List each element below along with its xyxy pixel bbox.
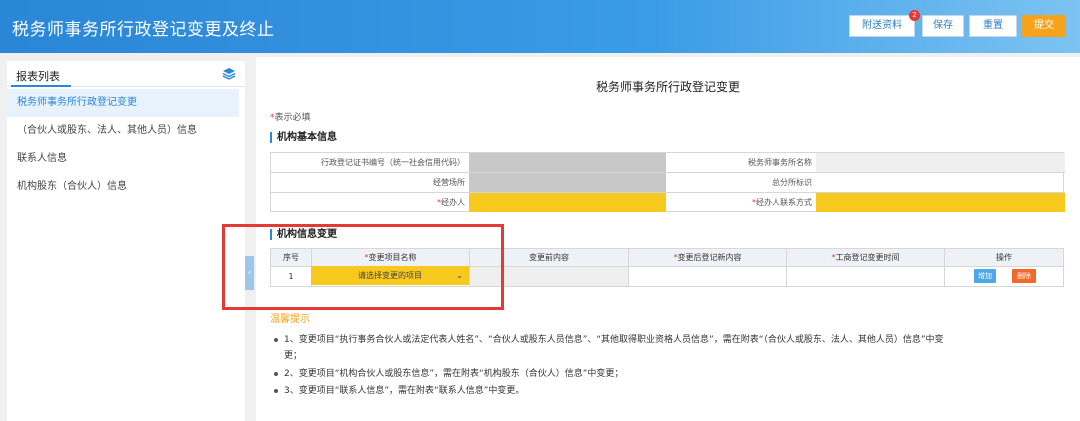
handler-contact-input[interactable] (816, 193, 1065, 212)
cert-no-label: 行政登记证书编号（统一社会信用代码） (321, 158, 465, 167)
table-row: 行政登记证书编号（统一社会信用代码） 税务师事务所名称 (271, 153, 1065, 173)
delete-row-button[interactable]: 删除 (1012, 269, 1036, 283)
layers-icon[interactable] (222, 67, 236, 80)
save-button[interactable]: 保存 (922, 15, 964, 37)
row-time-input[interactable] (787, 267, 945, 286)
tips-title: 温馨提示 (270, 314, 310, 325)
col-after: *变更后登记新内容 (629, 249, 787, 267)
app-header: 税务师事务所行政登记变更及终止 附送资料 2 保存 重置 提交 (0, 0, 1080, 53)
required-note: *表示必填 (270, 113, 311, 123)
sidebar-header: 报表列表 (7, 61, 245, 87)
form-title: 税务师事务所行政登记变更 (595, 80, 740, 94)
sidebar-title: 报表列表 (16, 70, 60, 83)
attach-materials-button[interactable]: 附送资料 (849, 15, 915, 37)
address-label: 经营场所 (433, 178, 465, 187)
tip-item-2: 2、变更项目“机构合伙人或股东信息”，需在附表“机构股东（合伙人）信息”中变更； (274, 366, 623, 382)
row-ops-cell (945, 267, 1063, 286)
branch-label: 总分所标识 (772, 178, 812, 187)
address-value (469, 173, 666, 192)
row-after-input[interactable] (629, 267, 787, 286)
basic-info-section-title: 机构基本信息 (270, 132, 337, 143)
bullet-icon (274, 371, 278, 376)
firm-name-label: 税务师事务所名称 (748, 158, 812, 167)
bullet-icon (274, 337, 278, 342)
attach-count-badge: 2 (909, 10, 920, 21)
sidebar-item-admin-change[interactable]: 税务师事务所行政登记变更 (7, 89, 239, 117)
reset-button[interactable]: 重置 (969, 15, 1017, 37)
tip-item-3: 3、变更项目“联系人信息”，需在附表“联系人信息”中变更。 (274, 383, 524, 399)
branch-value (816, 173, 1065, 192)
highlight-annotation (222, 224, 504, 310)
table-row: *经办人 *经办人联系方式 (271, 193, 1065, 213)
col-ops: 操作 (996, 253, 1012, 262)
bullet-icon (274, 388, 278, 393)
sidebar-item-contact-info[interactable]: 联系人信息 (7, 145, 239, 173)
page-title: 税务师事务所行政登记变更及终止 (12, 20, 275, 40)
submit-button[interactable]: 提交 (1022, 15, 1066, 37)
sidebar-item-partner-info[interactable]: （合伙人或股东、法人、其他人员）信息 (7, 117, 239, 145)
sidebar-item-shareholder-info[interactable]: 机构股东（合伙人）信息 (7, 173, 239, 201)
col-time: *工商登记变更时间 (787, 249, 945, 267)
cert-no-value (469, 153, 666, 172)
basic-info-table: 行政登记证书编号（统一社会信用代码） 税务师事务所名称 经营场所 总分所标识 *… (270, 152, 1065, 213)
sidebar-title-underline (11, 85, 71, 87)
handler-label: *经办人 (437, 198, 465, 207)
report-list-sidebar: 报表列表 税务师事务所行政登记变更 （合伙人或股东、法人、其他人员）信息 联系人… (7, 61, 245, 421)
table-row: 经营场所 总分所标识 (271, 173, 1065, 193)
add-row-button[interactable]: 增加 (974, 269, 996, 283)
tip-item-1: 1、变更项目“执行事务合伙人或法定代表人姓名”、“合伙人或股东人员信息”、“其他… (274, 332, 1064, 364)
firm-name-value (816, 153, 1065, 172)
handler-input[interactable] (469, 193, 666, 212)
handler-contact-label: *经办人联系方式 (752, 198, 812, 207)
